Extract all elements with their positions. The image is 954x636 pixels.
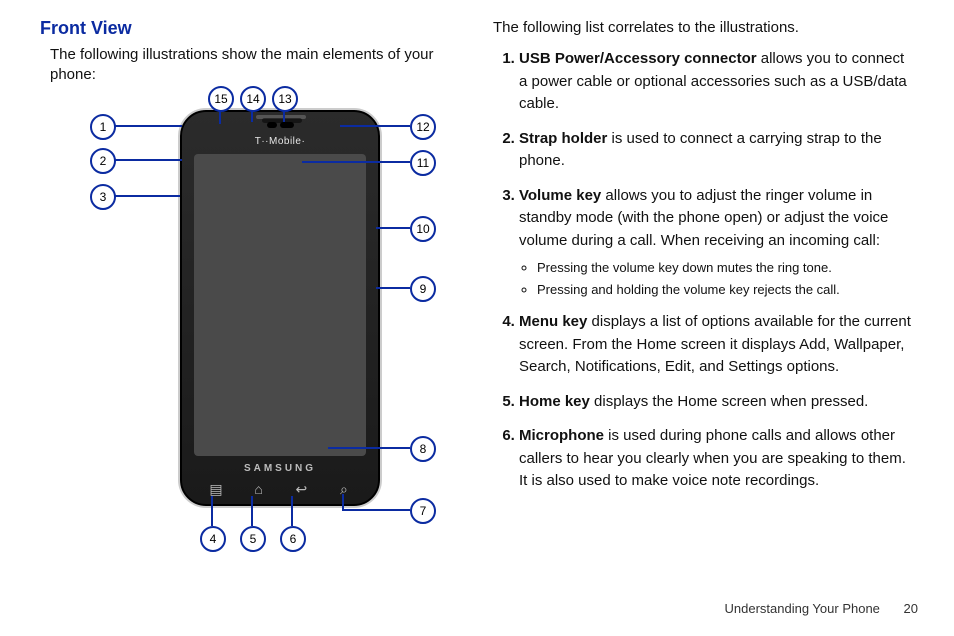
callout-3: 3: [90, 184, 116, 210]
callout-6: 6: [280, 526, 306, 552]
callout-15: 15: [208, 86, 234, 112]
page-footer: Understanding Your Phone 20: [725, 601, 919, 616]
feature-item: USB Power/Accessory connector allows you…: [519, 48, 916, 116]
callout-1: 1: [90, 114, 116, 140]
feature-term: Volume key: [519, 187, 601, 204]
feature-term: Microphone: [519, 427, 604, 444]
brand-label: SAMSUNG: [182, 463, 378, 474]
feature-term: USB Power/Accessory connector: [519, 50, 757, 67]
feature-item: Volume key allows you to adjust the ring…: [519, 185, 916, 300]
feature-item: Home key displays the Home screen when p…: [519, 391, 916, 414]
callout-5: 5: [240, 526, 266, 552]
page-number: 20: [904, 601, 918, 616]
callout-14: 14: [240, 86, 266, 112]
feature-desc: displays the Home screen when pressed.: [590, 393, 868, 410]
callout-13: 13: [272, 86, 298, 112]
callout-8: 8: [410, 436, 436, 462]
callout-2: 2: [90, 148, 116, 174]
section-title: Front View: [40, 18, 463, 39]
feature-term: Strap holder: [519, 130, 607, 147]
feature-term: Menu key: [519, 313, 587, 330]
menu-key-icon: ▤: [206, 481, 226, 498]
section-intro: The following illustrations show the mai…: [50, 45, 463, 86]
correlate-intro: The following list correlates to the ill…: [493, 18, 916, 38]
feature-sublist: Pressing the volume key down mutes the r…: [519, 258, 916, 299]
carrier-label: T··Mobile·: [182, 136, 378, 147]
feature-subitem: Pressing and holding the volume key reje…: [537, 280, 916, 300]
feature-subitem: Pressing the volume key down mutes the r…: [537, 258, 916, 278]
callout-7: 7: [410, 498, 436, 524]
callout-4: 4: [200, 526, 226, 552]
feature-item: Strap holder is used to connect a carryi…: [519, 128, 916, 173]
back-key-icon: ↩: [291, 481, 311, 498]
feature-item: Microphone is used during phone calls an…: [519, 425, 916, 493]
callout-9: 9: [410, 276, 436, 302]
feature-list: USB Power/Accessory connector allows you…: [493, 48, 916, 493]
callout-10: 10: [410, 216, 436, 242]
softkey-row: ▤ ⌂ ↩ ⌕: [206, 481, 354, 498]
callout-11: 11: [410, 150, 436, 176]
footer-section: Understanding Your Phone: [725, 601, 880, 616]
feature-term: Home key: [519, 393, 590, 410]
callout-12: 12: [410, 114, 436, 140]
feature-item: Menu key displays a list of options avai…: [519, 311, 916, 379]
phone-illustration: T··Mobile· SAMSUNG ▤ ⌂ ↩ ⌕ 1 2 3 15 14: [40, 96, 463, 556]
